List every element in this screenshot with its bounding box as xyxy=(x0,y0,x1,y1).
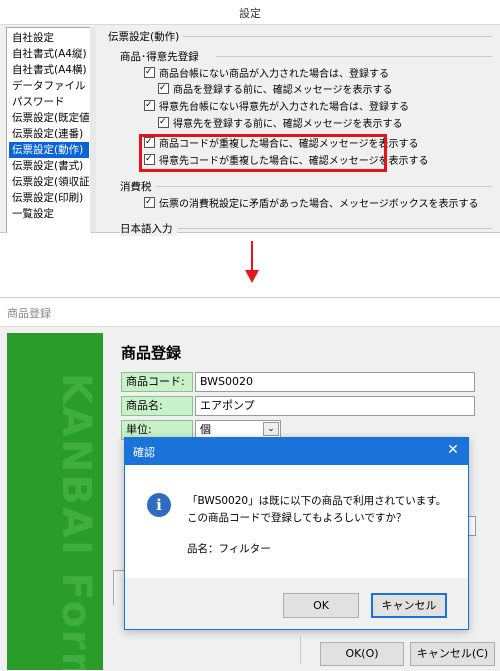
section-tax: 消費税 xyxy=(120,179,156,194)
sidebar-item-slip-numbering[interactable]: 伝票設定(連番) xyxy=(9,126,89,142)
section-divider xyxy=(178,228,492,229)
dialog-message-line1: 「BWS0020」は既に以下の商品で利用されています。 xyxy=(187,495,447,507)
option-label: 伝票の消費税設定に矛盾があった場合、メッセージボックスを表示する xyxy=(159,199,479,210)
option-label: 得意先台帳にない得意先が入力された場合は、登録する xyxy=(159,102,409,113)
checkbox-checked[interactable] xyxy=(158,80,169,96)
down-arrow-head-icon xyxy=(245,270,259,283)
close-icon[interactable]: ✕ xyxy=(443,442,463,458)
dialog-message-line2: この商品コードで登録してもよろしいですか？ xyxy=(187,512,407,524)
section-divider xyxy=(216,56,492,57)
sidebar-item-slip-default[interactable]: 伝票設定(既定値) xyxy=(9,110,91,126)
dialog-title: 確認 xyxy=(133,446,155,459)
ok-button[interactable]: OK(O) xyxy=(320,642,404,666)
option-tax-mismatch-message[interactable]: 伝票の消費税設定に矛盾があった場合、メッセージボックスを表示する xyxy=(144,194,479,213)
cancel-button[interactable]: キャンセル(C) xyxy=(410,642,495,666)
confirm-dialog: 確認 ✕ i 「BWS0020」は既に以下の商品で利用されています。 この商品コ… xyxy=(124,437,469,630)
checkbox-checked[interactable] xyxy=(144,194,155,210)
checkbox-checked[interactable] xyxy=(144,64,155,80)
footer-divider xyxy=(300,636,301,664)
option-label: 商品を登録する前に、確認メッセージを表示する xyxy=(173,85,393,96)
group-box-fragment xyxy=(113,570,124,605)
panel-title: 伝票設定(動作) xyxy=(108,29,184,44)
unit-value: 個 xyxy=(200,423,211,436)
sidebar-item-slip-receipt[interactable]: 伝票設定(領収証) xyxy=(9,174,91,190)
sidebar-item-company[interactable]: 自社設定 xyxy=(9,30,89,46)
info-icon: i xyxy=(147,493,171,517)
product-window-title: 商品登録 xyxy=(7,307,51,320)
option-confirm-customer-register[interactable]: 得意先を登録する前に、確認メッセージを表示する xyxy=(158,114,403,133)
down-arrow-icon xyxy=(251,241,253,271)
option-label: 得意先を登録する前に、確認メッセージを表示する xyxy=(173,119,403,130)
section-divider xyxy=(154,186,492,187)
checkbox-checked[interactable] xyxy=(158,114,169,130)
settings-titlebar: 設定 xyxy=(0,0,500,25)
dialog-ok-button[interactable]: OK xyxy=(283,593,359,618)
sidebar-item-password[interactable]: パスワード xyxy=(9,94,89,110)
dialog-detail: 品名：フィルター xyxy=(187,543,271,555)
settings-sidebar: 自社設定 自社書式(A4縦) 自社書式(A4横) データファイル パスワード 伝… xyxy=(6,27,92,233)
section-product-customer: 商品･得意先登録 xyxy=(120,49,203,64)
sidebar-item-slip-print[interactable]: 伝票設定(印刷) xyxy=(9,190,89,206)
sidebar-item-list-settings[interactable]: 一覧設定 xyxy=(9,206,89,222)
form-heading: 商品登録 xyxy=(121,344,182,362)
option-register-new-product[interactable]: 商品台帳にない商品が入力された場合は、登録する xyxy=(144,64,389,83)
product-name-label: 商品名: xyxy=(121,396,193,416)
section-ime: 日本語入力 xyxy=(120,221,177,236)
settings-title: 設定 xyxy=(239,7,261,20)
product-code-label: 商品コード: xyxy=(121,372,193,392)
option-confirm-product-register[interactable]: 商品を登録する前に、確認メッセージを表示する xyxy=(158,80,393,99)
product-titlebar: 商品登録 xyxy=(0,298,500,327)
checkbox-checked[interactable] xyxy=(144,97,155,113)
option-register-new-customer[interactable]: 得意先台帳にない得意先が入力された場合は、登録する xyxy=(144,97,409,116)
settings-panel: 伝票設定(動作) 商品･得意先登録 商品台帳にない商品が入力された場合は、登録す… xyxy=(96,27,500,236)
sidebar-item-slip-behavior[interactable]: 伝票設定(動作) xyxy=(9,142,89,158)
brand-side-panel: KANBAI Formulas xyxy=(7,333,103,670)
sidebar-item-data-file[interactable]: データファイル xyxy=(9,78,89,94)
product-name-field[interactable]: エアポンプ xyxy=(195,396,475,416)
highlight-annotation xyxy=(139,134,387,172)
sidebar-item-format-a4-landscape[interactable]: 自社書式(A4横) xyxy=(9,62,89,78)
sidebar-item-format-a4-portrait[interactable]: 自社書式(A4縦) xyxy=(9,46,89,62)
chevron-down-icon[interactable]: ⌄ xyxy=(263,422,279,436)
dialog-cancel-button[interactable]: キャンセル xyxy=(371,593,447,618)
option-label: 商品台帳にない商品が入力された場合は、登録する xyxy=(159,69,389,80)
product-code-field[interactable]: BWS0020 xyxy=(195,372,475,392)
brand-watermark: KANBAI Formulas xyxy=(53,373,99,670)
dialog-titlebar: 確認 ✕ xyxy=(125,438,468,465)
settings-window: 設定 自社設定 自社書式(A4縦) 自社書式(A4横) データファイル パスワー… xyxy=(0,0,500,236)
sidebar-item-slip-format[interactable]: 伝票設定(書式) xyxy=(9,158,89,174)
panel-title-divider xyxy=(176,36,492,37)
